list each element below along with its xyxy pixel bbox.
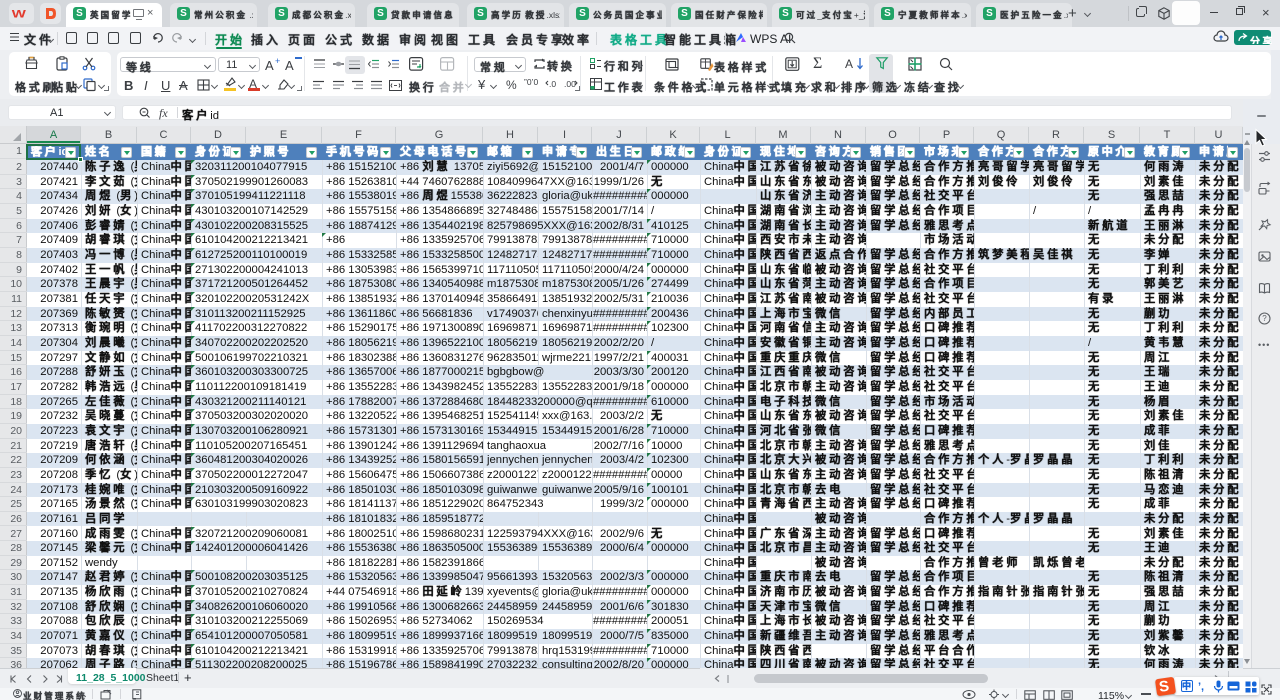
svg-text:?: ? [1262, 314, 1267, 323]
svg-text:.0: .0 [549, 79, 556, 89]
